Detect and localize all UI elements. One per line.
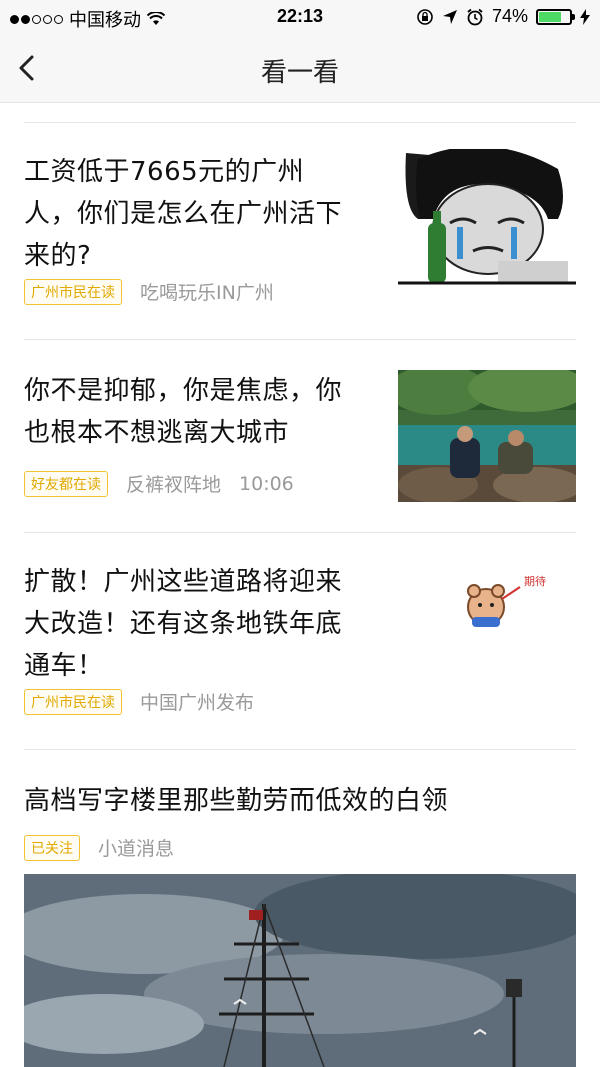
river-photo-image	[398, 370, 576, 502]
navigation-bar: 看一看	[0, 34, 600, 103]
battery-percent: 74%	[491, 6, 528, 26]
reading-tag: 广州市民在读	[24, 278, 122, 305]
reading-tag: 好友都在读	[24, 470, 108, 497]
article-card[interactable]: 你不是抑郁，你是焦虑，你 也根本不想逃离大城市 好友都在读 反裤衩阵地 10:0…	[0, 340, 600, 532]
alarm-icon	[467, 8, 483, 25]
article-thumbnail	[398, 149, 576, 287]
article-cover-image	[24, 874, 576, 1067]
svg-text:期待: 期待	[524, 574, 546, 588]
article-card[interactable]: 高档写字楼里那些勤劳而低效的白领 已关注 小道消息	[0, 750, 600, 1067]
charging-bolt-icon	[580, 8, 590, 25]
article-meta: 广州市民在读 中国广州发布	[24, 688, 254, 715]
page-title: 看一看	[260, 58, 339, 88]
reading-tag: 广州市民在读	[24, 688, 122, 715]
status-bar: 中国移动 22:13 74%	[0, 0, 600, 34]
article-title: 工资低于7665元的广州 人，你们是怎么在广州活下 来的?	[24, 157, 343, 271]
article-meta: 广州市民在读 吃喝玩乐IN广州	[24, 278, 274, 305]
article-title: 你不是抑郁，你是焦虑，你 也根本不想逃离大城市	[24, 376, 343, 448]
article-source: 小道消息	[98, 838, 175, 860]
ship-painting-image	[24, 874, 576, 1067]
article-title: 扩散！广州这些道路将迎来 大改造！还有这条地铁年底 通车！	[24, 567, 343, 681]
article-source: 反裤衩阵地	[126, 474, 222, 496]
location-icon	[442, 9, 457, 24]
article-title: 高档写字楼里那些勤劳而低效的白领	[24, 786, 449, 816]
article-card[interactable]: 扩散！广州这些道路将迎来 大改造！还有这条地铁年底 通车！ 广州市民在读 中国广…	[0, 533, 600, 749]
article-time: 10:06	[239, 472, 294, 495]
battery-icon	[536, 8, 575, 25]
followed-tag: 已关注	[24, 834, 80, 861]
article-meta: 好友都在读 反裤衩阵地 10:06	[24, 470, 294, 497]
article-thumbnail	[398, 370, 576, 502]
crying-meme-image	[398, 149, 576, 285]
article-thumbnail: 期待	[398, 559, 576, 697]
article-meta: 已关注 小道消息	[24, 834, 174, 861]
cartoon-bear-image: 期待	[467, 574, 546, 627]
article-source: 中国广州发布	[140, 692, 255, 714]
article-source: 吃喝玩乐IN广州	[140, 282, 274, 304]
rotation-lock-icon	[417, 8, 433, 25]
article-card[interactable]: 工资低于7665元的广州 人，你们是怎么在广州活下 来的? 广州市民在读 吃喝玩…	[0, 123, 600, 339]
